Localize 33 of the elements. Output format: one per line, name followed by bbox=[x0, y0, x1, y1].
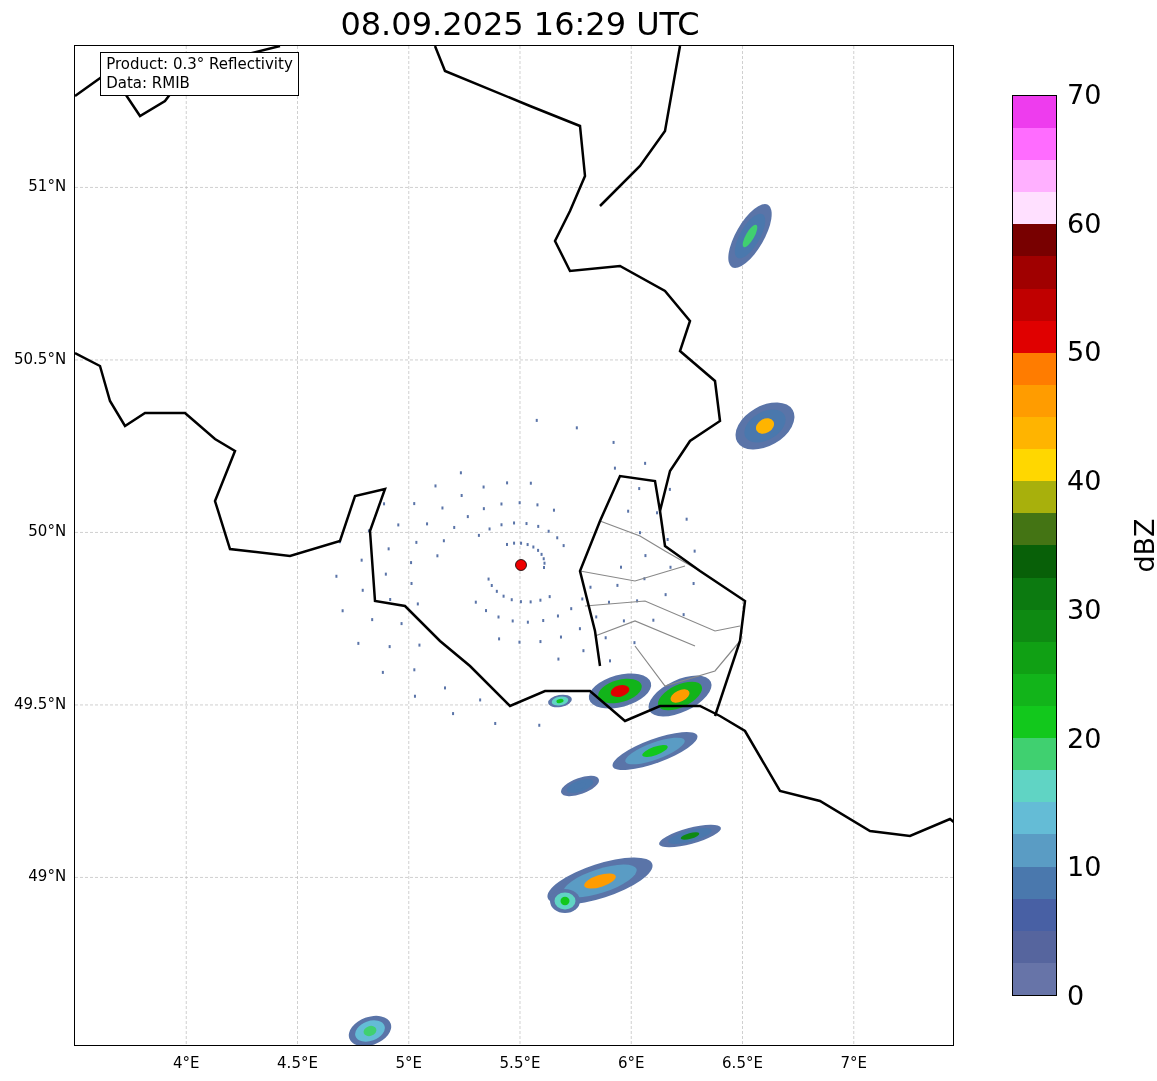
longitude-label: 5°E bbox=[395, 1054, 422, 1072]
latitude-label: 50.5°N bbox=[14, 349, 67, 368]
colorbar-tick-label: 10 bbox=[1067, 852, 1102, 883]
longitude-label: 4.5°E bbox=[277, 1054, 318, 1072]
colorbar-tick-label: 0 bbox=[1067, 981, 1085, 1011]
colorbar-tick-label: 40 bbox=[1067, 466, 1102, 497]
latitude-label: 49°N bbox=[28, 867, 67, 886]
radar-echo bbox=[548, 694, 572, 708]
colorbar-tick-label: 30 bbox=[1067, 594, 1102, 625]
colorbar-tick-label: 70 bbox=[1067, 80, 1102, 110]
longitude-label: 4°E bbox=[173, 1054, 200, 1072]
radar-echo bbox=[735, 402, 795, 450]
colorbar-tick-label: 50 bbox=[1067, 337, 1102, 368]
info-text: Product: 0.3° Reflectivity bbox=[106, 55, 293, 74]
radar-site-marker bbox=[515, 559, 528, 571]
colorbar-tick-label: 60 bbox=[1067, 208, 1102, 239]
radar-echo bbox=[648, 675, 712, 717]
latitude-label: 51°N bbox=[28, 177, 67, 196]
longitude-label: 7°E bbox=[840, 1054, 867, 1072]
latitude-label: 50°N bbox=[28, 522, 67, 541]
radar-echo bbox=[659, 824, 722, 848]
chart-title: 08.09.2025 16:29 UTC bbox=[339, 4, 701, 45]
info-text: Data: RMIB bbox=[106, 74, 191, 93]
longitude-label: 5.5°E bbox=[499, 1054, 541, 1072]
radar-echo bbox=[561, 775, 600, 797]
longitude-label: 6.5°E bbox=[722, 1054, 763, 1072]
radar-echo bbox=[348, 1015, 392, 1045]
radar-echo bbox=[728, 204, 772, 268]
colorbar-tick-label: 20 bbox=[1067, 723, 1102, 754]
colorbar-label: dBZ bbox=[1128, 518, 1157, 573]
latitude-label: 49.5°N bbox=[14, 694, 67, 713]
radar-echo bbox=[588, 673, 652, 709]
longitude-label: 6°E bbox=[618, 1054, 645, 1072]
